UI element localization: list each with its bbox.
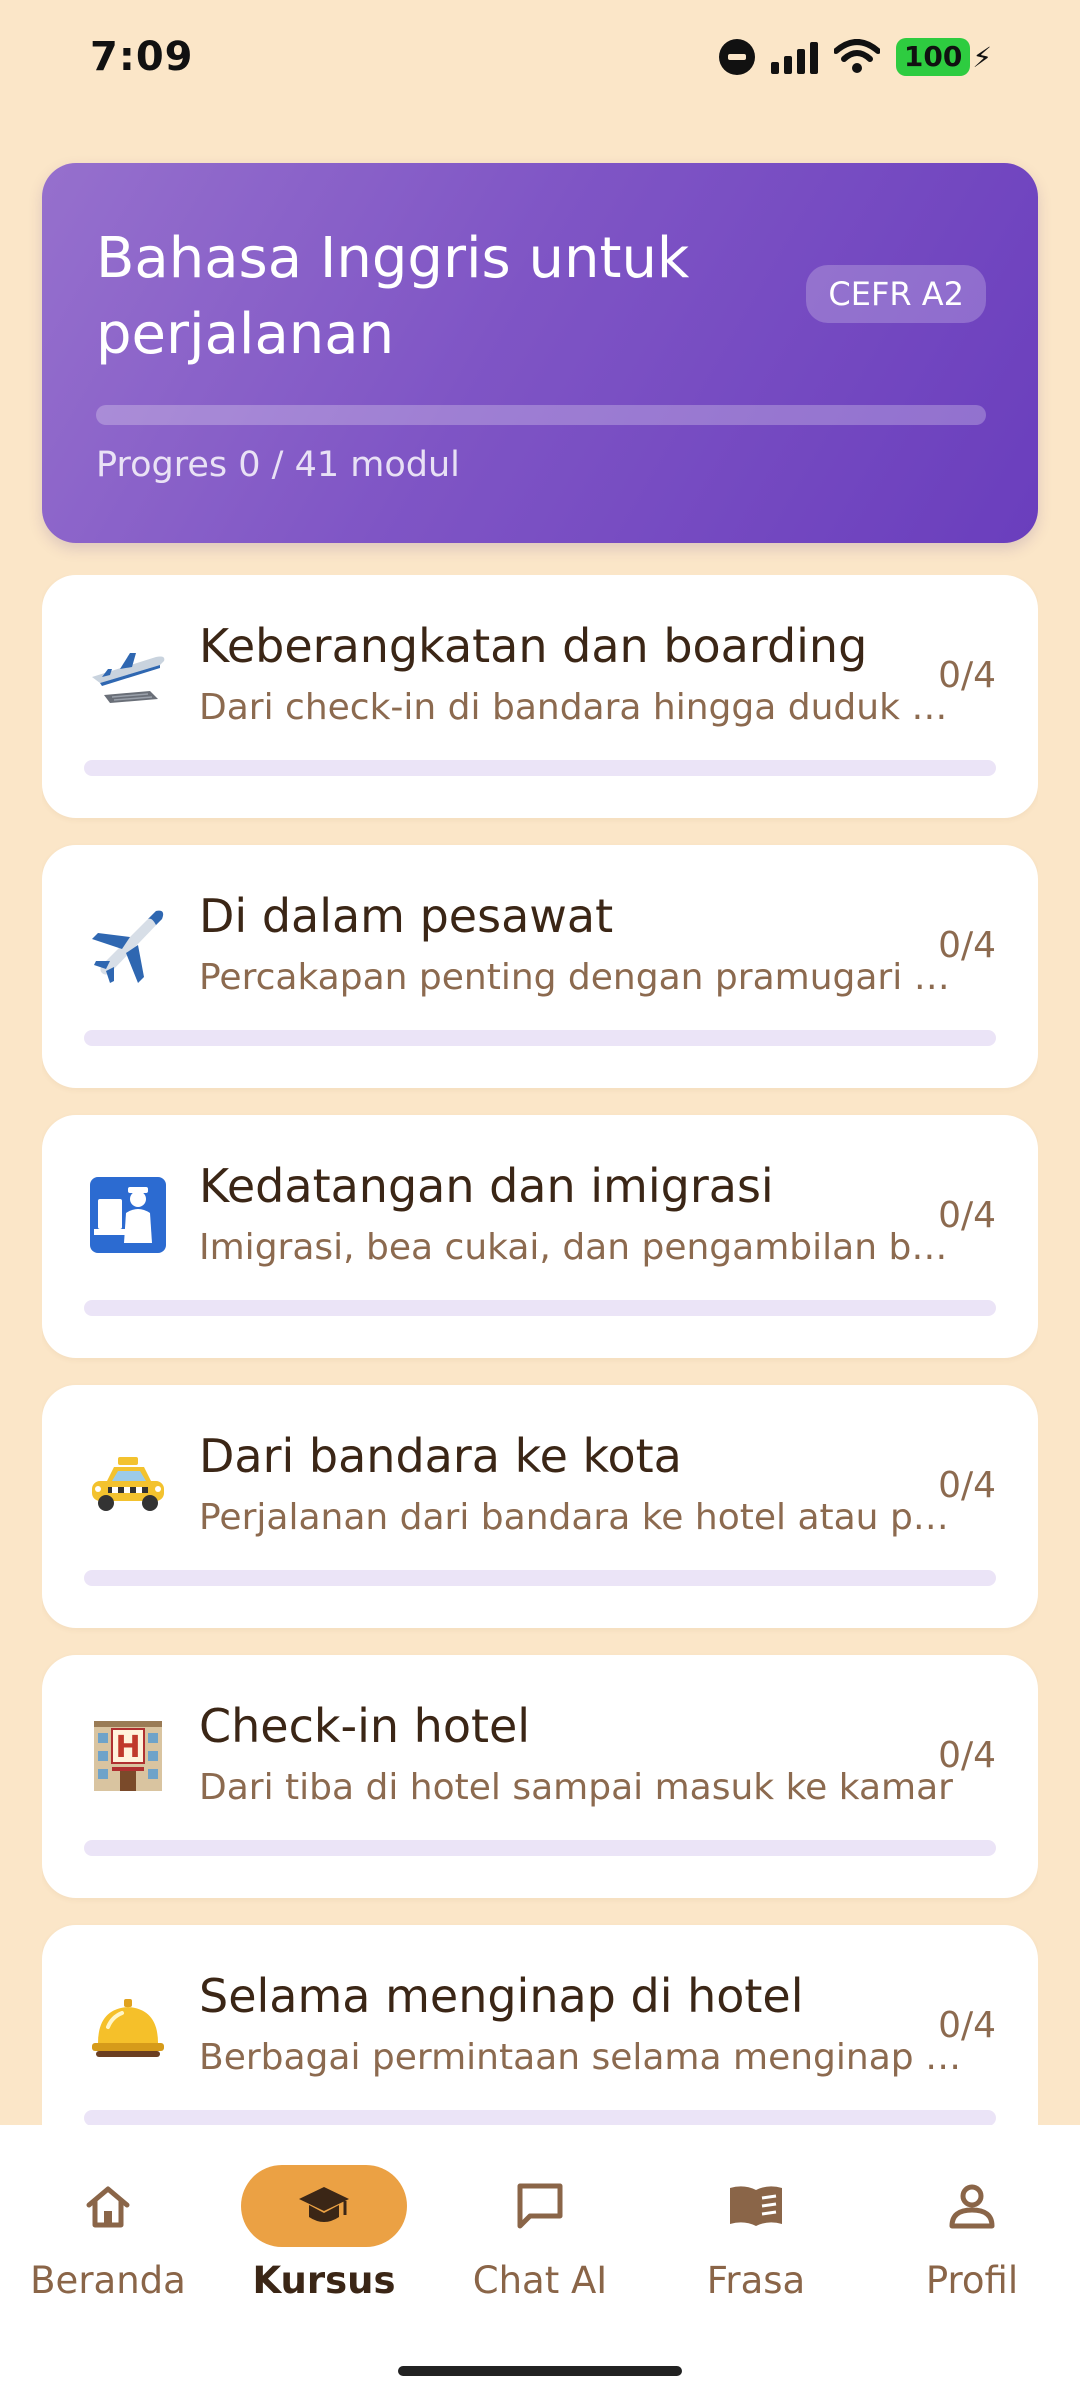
module-progress-bar [84, 760, 996, 776]
module-description: Berbagai permintaan selama menginap dan … [199, 2037, 969, 2078]
nav-item-chat-ai[interactable]: Chat AI [432, 2165, 648, 2302]
module-card[interactable]: H Check-in hotel Dari tiba di hotel samp… [42, 1655, 1038, 1898]
svg-text:H: H [115, 1730, 140, 1765]
module-card[interactable]: Di dalam pesawat Percakapan penting deng… [42, 845, 1038, 1088]
module-title: Keberangkatan dan boarding [199, 619, 868, 673]
nav-item-frasa[interactable]: Frasa [648, 2165, 864, 2302]
nav-pill [25, 2165, 191, 2247]
book-icon [730, 2186, 782, 2226]
nav-item-profil[interactable]: Profil [864, 2165, 1080, 2302]
bellhop-bell-icon [92, 1999, 164, 2057]
status-bar: 7:09 100 ⚡ [0, 0, 1080, 120]
nav-item-kursus[interactable]: Kursus [216, 2165, 432, 2302]
module-lesson-count: 0/4 [938, 655, 996, 696]
module-lesson-count: 0/4 [938, 2005, 996, 2046]
course-progress-text: Progres 0 / 41 modul [96, 445, 460, 485]
module-lesson-count: 0/4 [938, 925, 996, 966]
level-badge: CEFR A2 [806, 265, 986, 323]
nav-pill-active [241, 2165, 407, 2247]
module-title: Selama menginap di hotel [199, 1969, 804, 2023]
module-lesson-count: 0/4 [938, 1735, 996, 1776]
bottom-navigation: Beranda Kursus Chat AI Frasa Profil [0, 2125, 1080, 2400]
wifi-icon [833, 39, 880, 73]
graduation-cap-icon [299, 2187, 349, 2222]
nav-label: Chat AI [472, 2259, 608, 2302]
person-icon [949, 2184, 995, 2229]
battery-level: 100 [895, 38, 971, 76]
nav-pill [889, 2165, 1055, 2247]
nav-label: Beranda [30, 2259, 186, 2302]
module-title: Check-in hotel [199, 1699, 531, 1753]
home-icon [86, 2186, 130, 2228]
module-progress-bar [84, 1300, 996, 1316]
module-title: Kedatangan dan imigrasi [199, 1159, 774, 1213]
module-progress-bar [84, 1570, 996, 1586]
module-title: Di dalam pesawat [199, 889, 614, 943]
module-card[interactable]: Keberangkatan dan boarding Dari check-in… [42, 575, 1038, 818]
departure-plane-icon [92, 653, 165, 703]
airplane-icon [92, 910, 164, 983]
nav-label: Profil [925, 2259, 1019, 2302]
module-description: Dari check-in di bandara hingga duduk di… [199, 687, 969, 728]
nav-pill [457, 2165, 623, 2247]
nav-pill [673, 2165, 839, 2247]
module-card[interactable]: Dari bandara ke kota Perjalanan dari ban… [42, 1385, 1038, 1628]
chat-bubble-icon [517, 2183, 563, 2229]
module-list: Keberangkatan dan boarding Dari check-in… [42, 575, 1038, 2125]
passport-control-icon [90, 1177, 166, 1253]
course-header-card: Bahasa Inggris untuk perjalanan CEFR A2 … [42, 163, 1038, 543]
home-indicator[interactable] [398, 2366, 682, 2376]
module-description: Perjalanan dari bandara ke hotel atau pu… [199, 1497, 969, 1538]
nav-label: Frasa [706, 2259, 806, 2302]
module-progress-bar [84, 2110, 996, 2125]
module-title: Dari bandara ke kota [199, 1429, 682, 1483]
course-progress-bar [96, 405, 986, 425]
nav-item-beranda[interactable]: Beranda [0, 2165, 216, 2302]
cellular-signal-icon [770, 40, 818, 74]
module-description: Dari tiba di hotel sampai masuk ke kamar [199, 1767, 953, 1808]
module-card[interactable]: Selama menginap di hotel Berbagai permin… [42, 1925, 1038, 2125]
taxi-icon [92, 1457, 164, 1511]
status-icons: 100 ⚡ [718, 38, 992, 76]
module-lesson-count: 0/4 [938, 1465, 996, 1506]
course-title: Bahasa Inggris untuk perjalanan [96, 226, 690, 367]
battery-icon: 100 ⚡ [895, 38, 992, 76]
module-description: Imigrasi, bea cukai, dan pengambilan bag… [199, 1227, 969, 1268]
module-progress-bar [84, 1030, 996, 1046]
status-time: 7:09 [90, 34, 194, 80]
module-description: Percakapan penting dengan pramugari atau… [199, 957, 969, 998]
nav-label: Kursus [252, 2259, 396, 2302]
do-not-disturb-icon [718, 39, 755, 75]
module-card[interactable]: Kedatangan dan imigrasi Imigrasi, bea cu… [42, 1115, 1038, 1358]
module-lesson-count: 0/4 [938, 1195, 996, 1236]
hotel-icon: H [94, 1721, 162, 1791]
module-progress-bar [84, 1840, 996, 1856]
